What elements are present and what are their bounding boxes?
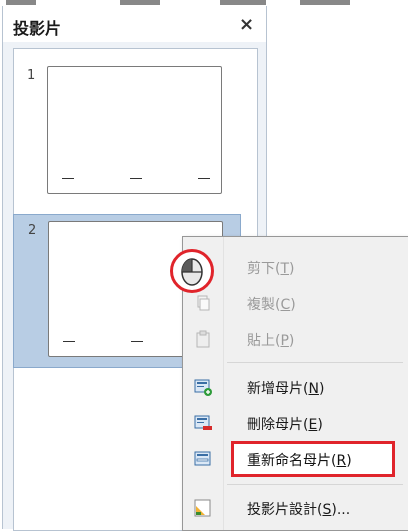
placeholder-dash	[63, 341, 75, 342]
menu-item-paste[interactable]: 貼上(P)	[183, 321, 408, 357]
rename-master-icon	[194, 450, 212, 468]
new-master-icon	[194, 378, 212, 396]
menu-separator	[227, 362, 403, 363]
slide-number: 1	[27, 68, 36, 83]
menu-item-slide-design[interactable]: 投影片設計(S)...	[183, 490, 408, 526]
slide-number: 2	[28, 223, 37, 238]
copy-icon	[194, 294, 212, 312]
slide-thumbnail[interactable]	[47, 66, 222, 194]
menu-separator	[227, 484, 403, 485]
slides-panel-header: 投影片 ×	[3, 6, 266, 42]
menu-item-copy[interactable]: 複製(C)	[183, 285, 408, 321]
placeholder-dash	[198, 178, 210, 179]
placeholder-dash	[62, 178, 74, 179]
close-icon[interactable]: ×	[239, 14, 254, 35]
slide-thumbnail-row[interactable]: 1	[13, 60, 239, 200]
placeholder-dash	[130, 178, 142, 179]
mouse-right-click-icon	[170, 249, 214, 293]
menu-item-cut[interactable]: 剪下(T)	[183, 249, 408, 285]
menu-item-new-master[interactable]: 新增母片(N)	[183, 369, 408, 405]
menu-item-rename-master[interactable]: 重新命名母片(R)	[231, 441, 395, 477]
delete-master-icon	[194, 414, 212, 432]
menu-item-delete-master[interactable]: 刪除母片(E)	[183, 405, 408, 441]
slide-design-icon	[194, 499, 212, 517]
context-menu: 剪下(T) 複製(C) 貼上(P) 新增母片(N) 刪除母片(E) 重新命名母片…	[182, 236, 408, 531]
placeholder-dash	[131, 341, 143, 342]
panel-title: 投影片	[13, 19, 62, 38]
paste-icon	[194, 330, 212, 348]
